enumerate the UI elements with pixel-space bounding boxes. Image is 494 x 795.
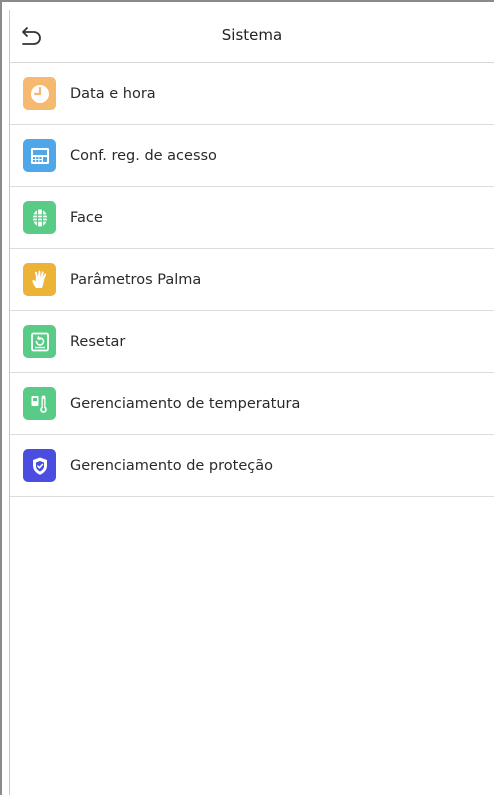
clock-icon (23, 77, 56, 110)
shield-icon (23, 449, 56, 482)
menu-item-reset[interactable]: Resetar (10, 311, 494, 373)
menu-item-label: Parâmetros Palma (70, 271, 202, 288)
reset-icon (23, 325, 56, 358)
thermometer-icon (23, 387, 56, 420)
page-title: Sistema (221, 26, 283, 44)
menu-item-label: Face (70, 209, 103, 226)
palm-icon (23, 263, 56, 296)
menu-item-protection[interactable]: Gerenciamento de proteção (10, 435, 494, 497)
menu-item-access-log-config[interactable]: Conf. reg. de acesso (10, 125, 494, 187)
menu-item-label: Conf. reg. de acesso (70, 147, 217, 164)
menu-item-date-time[interactable]: Data e hora (10, 63, 494, 125)
menu-item-temperature[interactable]: Gerenciamento de temperatura (10, 373, 494, 435)
device-frame: Sistema Data e hora Conf. reg. de acesso… (0, 0, 494, 795)
menu-item-label: Resetar (70, 333, 126, 350)
screen: Sistema Data e hora Conf. reg. de acesso… (9, 10, 494, 795)
face-icon (23, 201, 56, 234)
menu-item-label: Gerenciamento de temperatura (70, 395, 301, 412)
settings-menu: Data e hora Conf. reg. de acesso Face Pa… (10, 63, 494, 497)
terminal-icon (23, 139, 56, 172)
menu-item-label: Data e hora (70, 85, 156, 102)
menu-item-palm-params[interactable]: Parâmetros Palma (10, 249, 494, 311)
menu-item-label: Gerenciamento de proteção (70, 457, 273, 474)
menu-item-face[interactable]: Face (10, 187, 494, 249)
header-bar: Sistema (10, 10, 494, 63)
